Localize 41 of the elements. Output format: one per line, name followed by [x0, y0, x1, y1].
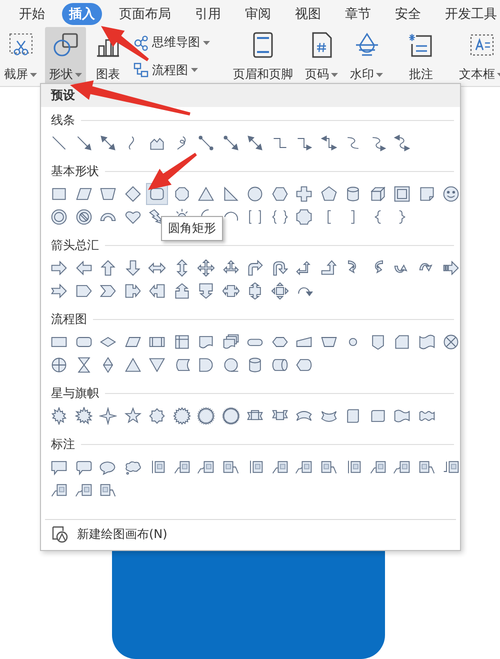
flowchart-button[interactable]: 流程图: [130, 60, 213, 81]
tab[interactable]: 章节: [338, 2, 378, 24]
explosion-large-icon[interactable]: [72, 404, 95, 426]
header-footer-button[interactable]: 页眉和页脚: [229, 27, 297, 86]
mind-map-icon: [133, 34, 149, 51]
tab[interactable]: 引用: [188, 2, 228, 24]
star-24-icon[interactable]: [195, 404, 218, 426]
page-number-button[interactable]: 页码: [301, 27, 342, 86]
tab[interactable]: 审阅: [238, 2, 278, 24]
watermark-button[interactable]: 水印: [346, 27, 387, 86]
star-4-icon[interactable]: [97, 404, 120, 426]
star-32-icon[interactable]: [220, 404, 242, 426]
annotation-arrow: [148, 152, 197, 190]
section-title: 流程图: [50, 310, 87, 328]
tab[interactable]: 插入: [62, 2, 102, 24]
annotation-arrow: [101, 26, 149, 62]
mind-map-button[interactable]: 思维导图: [130, 32, 213, 54]
quad-arrow-callout-icon[interactable]: [268, 280, 291, 302]
screenshot-button[interactable]: 截屏: [0, 27, 41, 86]
tooltip: 圆角矩形: [161, 216, 223, 240]
presets-header: 预设: [41, 84, 460, 107]
section-title: 标注: [50, 436, 75, 452]
text-box-button[interactable]: 文本框: [455, 27, 500, 86]
tab[interactable]: 视图: [288, 2, 328, 24]
section-title: 基本形状: [50, 162, 99, 180]
shapes-icon: [52, 31, 80, 59]
flowchart-icon: [133, 62, 149, 78]
comment-icon: [407, 31, 435, 59]
shapes-button[interactable]: 形状: [45, 27, 86, 86]
star-16-icon[interactable]: [170, 404, 193, 426]
section-title: 线条: [50, 112, 75, 128]
comment-button[interactable]: 批注: [403, 27, 439, 86]
canvas-icon: [51, 525, 69, 543]
section-title: 箭头总汇: [50, 236, 99, 254]
tab[interactable]: 开发工具: [438, 2, 500, 24]
new-canvas-menu-item[interactable]: 新建绘图画布(N): [51, 525, 168, 543]
tab[interactable]: 页面布局: [112, 2, 178, 24]
tab[interactable]: 开始: [12, 2, 52, 24]
quad-arrow-icon[interactable]: [195, 256, 218, 278]
section-title: 星与旗帜: [50, 384, 99, 402]
tab[interactable]: 安全: [388, 2, 428, 24]
